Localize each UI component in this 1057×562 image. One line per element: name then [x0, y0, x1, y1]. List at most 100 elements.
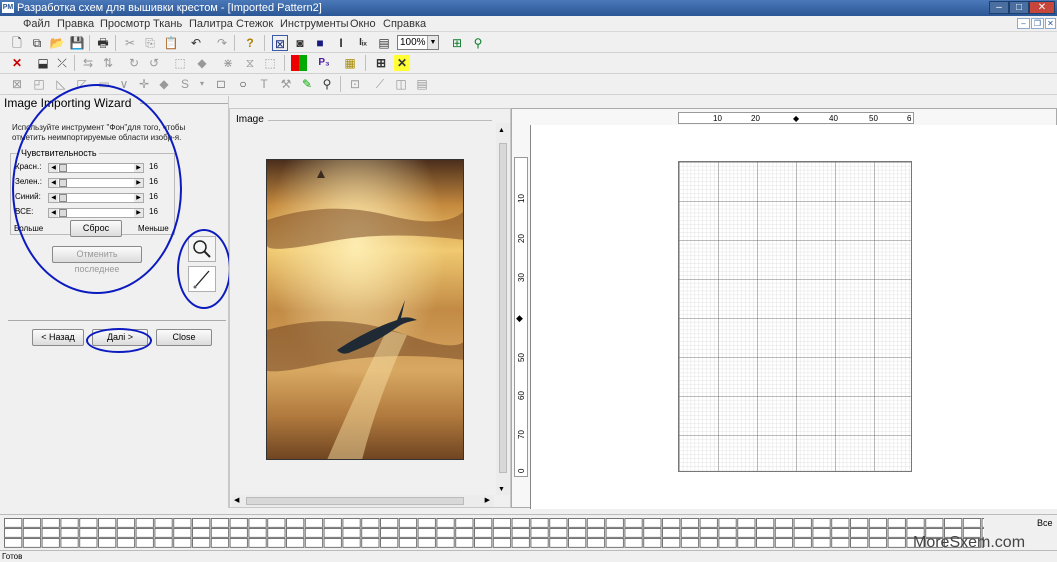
mirror-icon[interactable]: ⇆	[80, 55, 96, 71]
scroll-thumb[interactable]	[499, 143, 507, 473]
text-tool-icon[interactable]: I	[333, 35, 349, 51]
menu-help[interactable]: Справка	[383, 18, 426, 30]
texture-icon[interactable]: ▦	[342, 55, 358, 71]
close-window-button[interactable]: ✕	[1029, 1, 1055, 14]
chevron-down-icon[interactable]: ▼	[427, 36, 438, 49]
menu-fabric[interactable]: Ткань	[153, 18, 182, 30]
help-icon[interactable]: ?	[242, 35, 258, 51]
pattern-icon[interactable]: ⋇	[220, 55, 236, 71]
page-icon[interactable]: ▤	[376, 35, 392, 51]
menu-stitch[interactable]: Стежок	[236, 18, 273, 30]
palette-cells[interactable]	[4, 518, 984, 548]
stitch-s-icon[interactable]: S	[177, 76, 193, 92]
ruler-top: 10 20 ◆ 40 50 6	[678, 112, 914, 124]
stitch-toolbar: ⊠ ◰ ◺ ◸ ▭ ∨ ✛ ◆ S ▾ □ ○ T ⚒ ✎ ⚲ ⊡ ⟋ ◫ ▤	[0, 74, 1057, 95]
scroll-up-icon[interactable]: ▲	[498, 127, 505, 134]
selection-icon[interactable]: ⬚	[172, 55, 188, 71]
annotation-ellipse	[12, 84, 182, 294]
new-file-icon[interactable]: 🗋	[9, 35, 25, 51]
full-cross-icon[interactable]: ⊠	[272, 35, 288, 51]
menu-window[interactable]: Окно	[350, 18, 376, 30]
imported-image[interactable]	[266, 159, 464, 460]
save-icon[interactable]: 💾	[69, 35, 85, 51]
new-window-icon[interactable]: ⧉	[29, 35, 45, 51]
magnifier-icon[interactable]: ⚲	[319, 76, 335, 92]
outline-icon[interactable]: ⧖	[242, 55, 258, 71]
print-icon[interactable]: 🖶	[95, 35, 111, 51]
rotate2-icon[interactable]: ↺	[146, 55, 162, 71]
mdi-close-button[interactable]: ✕	[1045, 18, 1056, 29]
ruler-tick: 60	[517, 391, 526, 400]
frame-icon[interactable]: ⊡	[347, 76, 363, 92]
split-icon[interactable]: ◫	[393, 76, 409, 92]
status-text: Готов	[2, 552, 23, 561]
scroll-thumb[interactable]	[246, 497, 464, 505]
fill-icon[interactable]: ■	[312, 35, 328, 51]
palette-all-label[interactable]: Все	[1037, 518, 1053, 528]
zoom-select[interactable]: 100% ▼	[397, 35, 439, 50]
horizontal-scrollbar[interactable]: ◀ ▶	[232, 495, 494, 507]
mdi-restore-button[interactable]: ❐	[1031, 18, 1044, 29]
stitch-x-icon[interactable]: ⊠	[9, 76, 25, 92]
close-x-icon[interactable]: ✕	[9, 55, 25, 71]
annotation-ellipse	[86, 328, 152, 353]
stitch-diamond-icon[interactable]: ◆	[156, 76, 172, 92]
ruler-icon[interactable]: ⟋	[372, 76, 388, 92]
symbol-icon[interactable]: ⬓	[35, 55, 51, 71]
stitch-plus-icon[interactable]: ✛	[136, 76, 152, 92]
half-cross-icon[interactable]: ◙	[292, 35, 308, 51]
redo-icon[interactable]: ↷	[214, 35, 230, 51]
menu-edit[interactable]: Правка	[57, 18, 94, 30]
vertical-scrollbar[interactable]: ▲ ▼	[496, 123, 510, 495]
maximize-button[interactable]: □	[1009, 1, 1029, 14]
ruler-marker-icon[interactable]: ◆	[516, 313, 523, 324]
highlight-icon[interactable]: ✕	[394, 55, 410, 71]
chevron-down-icon[interactable]: ▾	[194, 76, 210, 92]
back-button[interactable]: < Назад	[32, 329, 84, 346]
grid-lines	[679, 162, 911, 471]
image-panel: Image ▲ ▼ ◀ ▶	[229, 108, 511, 508]
window-title: Разработка схем для вышивки крестом - [I…	[17, 2, 322, 14]
zoom-fit-icon[interactable]: ⊞	[449, 35, 465, 51]
palette-color-icon[interactable]	[291, 55, 307, 71]
zoom-icon[interactable]: ⚲	[470, 35, 486, 51]
shape-icon[interactable]: ◆	[194, 55, 210, 71]
text-select-icon[interactable]: T	[256, 76, 272, 92]
ruler-tick: 50	[517, 353, 526, 362]
ruler-tick: 20	[751, 114, 760, 123]
mdi-minimize-button[interactable]: –	[1017, 18, 1030, 29]
stitch-box-icon[interactable]: ◰	[31, 76, 47, 92]
menu-bar: Файл Правка Просмотр Ткань Палитра Стежо…	[0, 16, 1057, 32]
copy-icon[interactable]: ⎘	[142, 35, 158, 51]
p3-icon[interactable]: P₃	[316, 55, 332, 71]
minimize-button[interactable]: –	[989, 1, 1009, 14]
grid-icon[interactable]: ⊞	[373, 55, 389, 71]
ruler-tick: 10	[713, 114, 722, 123]
close-button[interactable]: Close	[156, 329, 212, 346]
rect-select-icon[interactable]: □	[213, 76, 229, 92]
rect-icon[interactable]: ⬚	[262, 55, 278, 71]
menu-view[interactable]: Просмотр	[100, 18, 150, 30]
open-folder-icon[interactable]: 📂	[49, 35, 65, 51]
flip-icon[interactable]: ⇅	[100, 55, 116, 71]
menu-palette[interactable]: Палитра	[189, 18, 233, 30]
paste-icon[interactable]: 📋	[163, 35, 179, 51]
wand-icon[interactable]: ⚒	[278, 76, 294, 92]
cut-icon[interactable]: ✂	[122, 35, 138, 51]
scroll-left-icon[interactable]: ◀	[234, 496, 239, 504]
undo-icon[interactable]: ↶	[188, 35, 204, 51]
scroll-right-icon[interactable]: ▶	[485, 496, 490, 504]
ruler-tick: 6	[907, 114, 912, 123]
stitch-grid[interactable]	[678, 161, 912, 472]
ruler-tick: 20	[517, 234, 526, 243]
dropper-icon[interactable]: ✎	[299, 76, 315, 92]
circle-select-icon[interactable]: ○	[235, 76, 251, 92]
menu-file[interactable]: Файл	[23, 18, 50, 30]
ruler-marker-icon[interactable]: ◆	[793, 113, 799, 124]
reset-icon[interactable]: ⤫	[54, 55, 70, 71]
rotate-icon[interactable]: ↻	[126, 55, 142, 71]
menu-tools[interactable]: Инструменты	[280, 18, 349, 30]
scroll-down-icon[interactable]: ▼	[498, 486, 505, 493]
list-icon[interactable]: ▤	[414, 76, 430, 92]
letter-icon[interactable]: Iᵢₓ	[355, 35, 371, 51]
